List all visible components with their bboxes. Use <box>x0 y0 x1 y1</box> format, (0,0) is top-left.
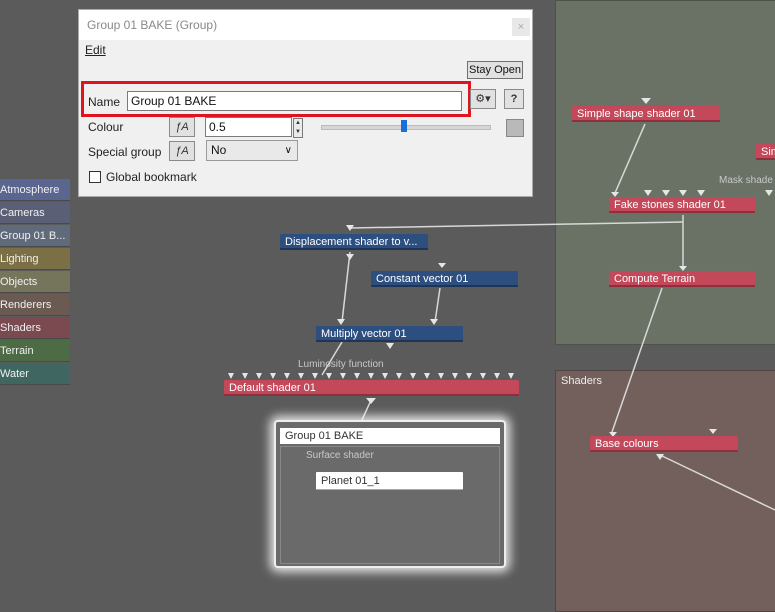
node-base-colours[interactable]: Base colours <box>590 436 738 452</box>
category-renderers[interactable]: Renderers <box>0 294 70 316</box>
node-multiply-vector[interactable]: Multiply vector 01 <box>316 326 463 342</box>
category-atmosphere[interactable]: Atmosphere <box>0 179 70 201</box>
category-lighting[interactable]: Lighting <box>0 248 70 270</box>
node-compute-terrain[interactable]: Compute Terrain <box>609 271 755 287</box>
colour-spinner[interactable]: ▲ ▼ <box>293 118 303 138</box>
group-01-bake-title: Group 01 BAKE <box>280 428 500 444</box>
surface-shader-label: Surface shader <box>306 450 374 461</box>
special-group-fx-button[interactable]: ƒA <box>169 141 195 161</box>
category-water[interactable]: Water <box>0 363 70 385</box>
node-constant-vector[interactable]: Constant vector 01 <box>371 271 518 287</box>
node-default-shader[interactable]: Default shader 01 <box>224 380 519 396</box>
group-01-bake-box[interactable]: Group 01 BAKE <box>274 420 506 568</box>
colour-fx-button[interactable]: ƒA <box>169 117 195 137</box>
global-bookmark-label: Global bookmark <box>106 170 197 184</box>
chevron-down-icon: ∨ <box>284 145 292 156</box>
close-button[interactable]: × <box>512 18 530 36</box>
node-simple-shape-shader[interactable]: Simple shape shader 01 <box>572 106 720 122</box>
node-planet[interactable]: Planet 01_1 <box>316 472 463 490</box>
special-group-value: No <box>211 143 227 157</box>
special-group-label: Special group <box>88 145 162 159</box>
colour-swatch[interactable] <box>506 119 524 137</box>
special-group-select[interactable]: No ∨ <box>206 140 298 161</box>
dialog-title: Group 01 BAKE (Group) <box>79 10 532 40</box>
category-group-01-bake[interactable]: Group 01 B... <box>0 225 70 247</box>
name-input[interactable]: Group 01 BAKE <box>127 91 462 111</box>
node-fake-stones-shader[interactable]: Fake stones shader 01 <box>609 197 755 213</box>
colour-slider-thumb[interactable] <box>401 120 407 132</box>
stay-open-button[interactable]: Stay Open <box>467 61 523 79</box>
settings-button[interactable]: ⚙▾ <box>470 89 496 109</box>
menu-edit[interactable]: Edit <box>85 43 106 57</box>
name-label: Name <box>88 95 121 109</box>
group-properties-dialog: Group 01 BAKE (Group) × Edit Stay Open N… <box>78 9 533 197</box>
mask-shader-input-label: Mask shade <box>719 175 773 186</box>
colour-value-input[interactable]: 0.5 <box>205 117 292 137</box>
luminosity-function-label: Luminosity function <box>298 359 384 370</box>
gear-icon: ⚙▾ <box>475 93 491 105</box>
colour-label: Colour <box>88 120 124 134</box>
category-terrain[interactable]: Terrain <box>0 340 70 362</box>
category-objects[interactable]: Objects <box>0 271 70 293</box>
node-sim-partial[interactable]: Sim <box>756 144 775 160</box>
help-button[interactable]: ? <box>504 89 524 109</box>
node-displacement-shader[interactable]: Displacement shader to v... <box>280 234 428 250</box>
category-cameras[interactable]: Cameras <box>0 202 70 224</box>
group-01-bake-body <box>280 446 500 564</box>
global-bookmark-checkbox[interactable] <box>89 171 101 183</box>
category-shaders[interactable]: Shaders <box>0 317 70 339</box>
